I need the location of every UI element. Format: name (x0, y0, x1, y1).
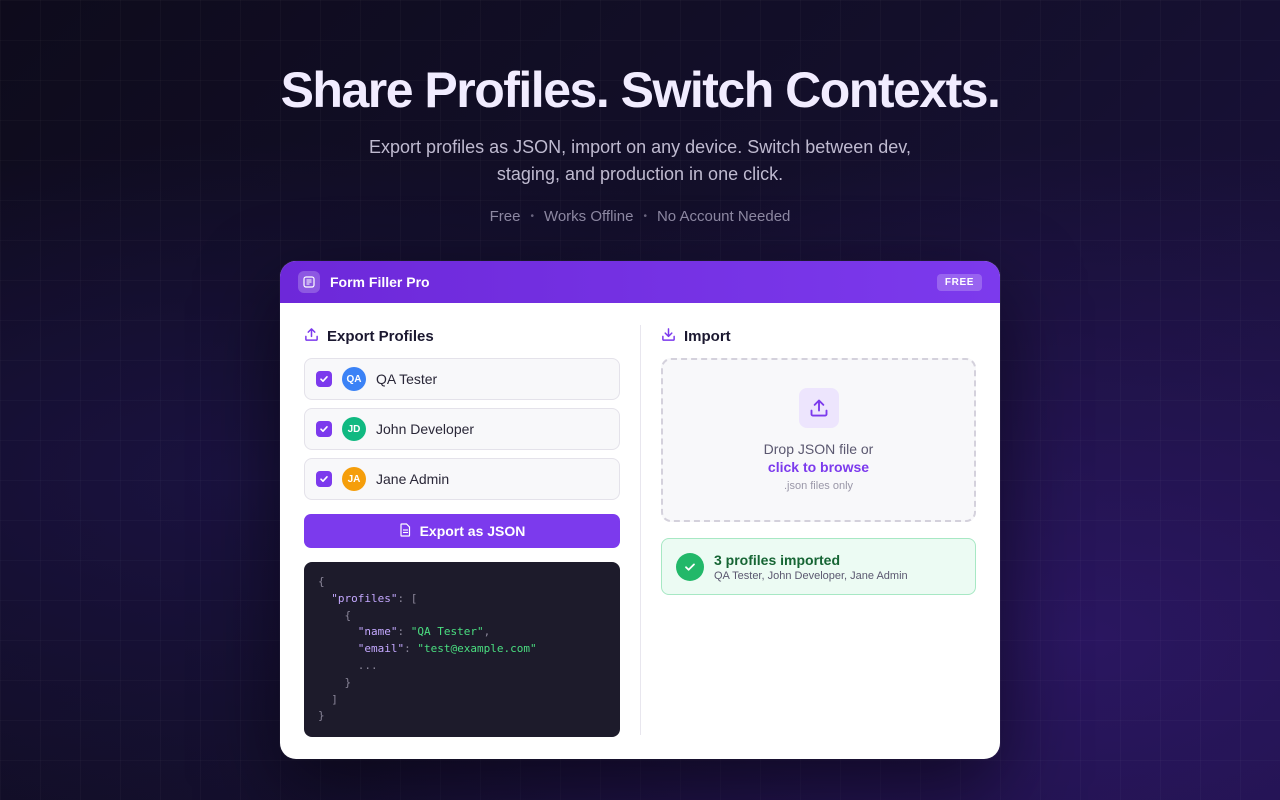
form-icon (298, 271, 320, 293)
import-panel: Import Drop JSON file or click to browse… (661, 325, 976, 595)
hero-tags: Free • Works Offline • No Account Needed (0, 208, 1280, 225)
profile-item-qa-tester[interactable]: QA QA Tester (304, 358, 620, 400)
app-content: Export Profiles QA QA Tester JD John Dev… (280, 303, 1000, 759)
hero-subtitle: Export profiles as JSON, import on any d… (369, 137, 911, 184)
file-type-hint: .json files only (783, 480, 854, 492)
code-key: "name" (357, 625, 398, 639)
tag-no-account: No Account Needed (656, 208, 791, 225)
export-json-button[interactable]: Export as JSON (304, 514, 620, 548)
download-icon (661, 327, 676, 346)
success-title: 3 profiles imported (714, 551, 841, 568)
upload-icon (304, 327, 319, 346)
export-button-label: Export as JSON (419, 523, 526, 539)
code-ellipsis: ... (357, 658, 378, 672)
tag-separator: • (643, 211, 647, 222)
profile-checkbox[interactable] (316, 471, 332, 487)
profile-name: Jane Admin (376, 471, 450, 487)
tag-offline: Works Offline (543, 208, 634, 225)
code-value: "QA Tester" (410, 625, 484, 639)
file-icon (399, 522, 412, 540)
tag-separator: • (530, 211, 534, 222)
code-key: "email" (357, 642, 405, 656)
hero-section: Share Profiles. Switch Contexts. Export … (0, 0, 1280, 225)
avatar: JA (342, 467, 366, 491)
profile-name: QA Tester (376, 371, 438, 387)
export-title: Export Profiles (327, 327, 434, 345)
export-panel: Export Profiles QA QA Tester JD John Dev… (304, 325, 620, 737)
export-section-title: Export Profiles (304, 325, 620, 347)
drop-instructions: Drop JSON file or (763, 441, 874, 457)
app-title: Form Filler Pro (330, 274, 430, 290)
upload-icon (798, 388, 839, 428)
json-preview: { "profiles": [ { "name": "QA Tester", "… (304, 562, 620, 737)
profile-list: QA QA Tester JD John Developer JA Jane A… (304, 358, 620, 500)
profile-name: John Developer (376, 421, 475, 437)
tag-free: Free (489, 208, 521, 225)
profile-checkbox[interactable] (316, 371, 332, 387)
check-circle-icon (676, 552, 704, 581)
panel-divider (640, 325, 641, 735)
code-value: "test@example.com" (417, 642, 537, 656)
app-titlebar: Form Filler Pro FREE (280, 261, 1000, 303)
import-title: Import (684, 327, 731, 345)
import-success-alert: 3 profiles imported QA Tester, John Deve… (661, 538, 976, 595)
code-key: "profiles" (331, 591, 398, 605)
app-window: Form Filler Pro FREE Export Profiles QA … (280, 261, 1000, 759)
profile-item-john-developer[interactable]: JD John Developer (304, 408, 620, 450)
profile-item-jane-admin[interactable]: JA Jane Admin (304, 458, 620, 500)
browse-link[interactable]: click to browse (768, 458, 869, 476)
profile-checkbox[interactable] (316, 421, 332, 437)
avatar: QA (342, 367, 366, 391)
plan-badge: FREE (936, 273, 982, 291)
success-text: 3 profiles imported QA Tester, John Deve… (714, 552, 908, 582)
json-dropzone[interactable]: Drop JSON file or click to browse .json … (661, 358, 976, 522)
success-detail: QA Tester, John Developer, Jane Admin (714, 569, 908, 582)
hero-title: Share Profiles. Switch Contexts. (280, 62, 1001, 118)
import-section-title: Import (661, 325, 976, 347)
avatar: JD (342, 417, 366, 441)
